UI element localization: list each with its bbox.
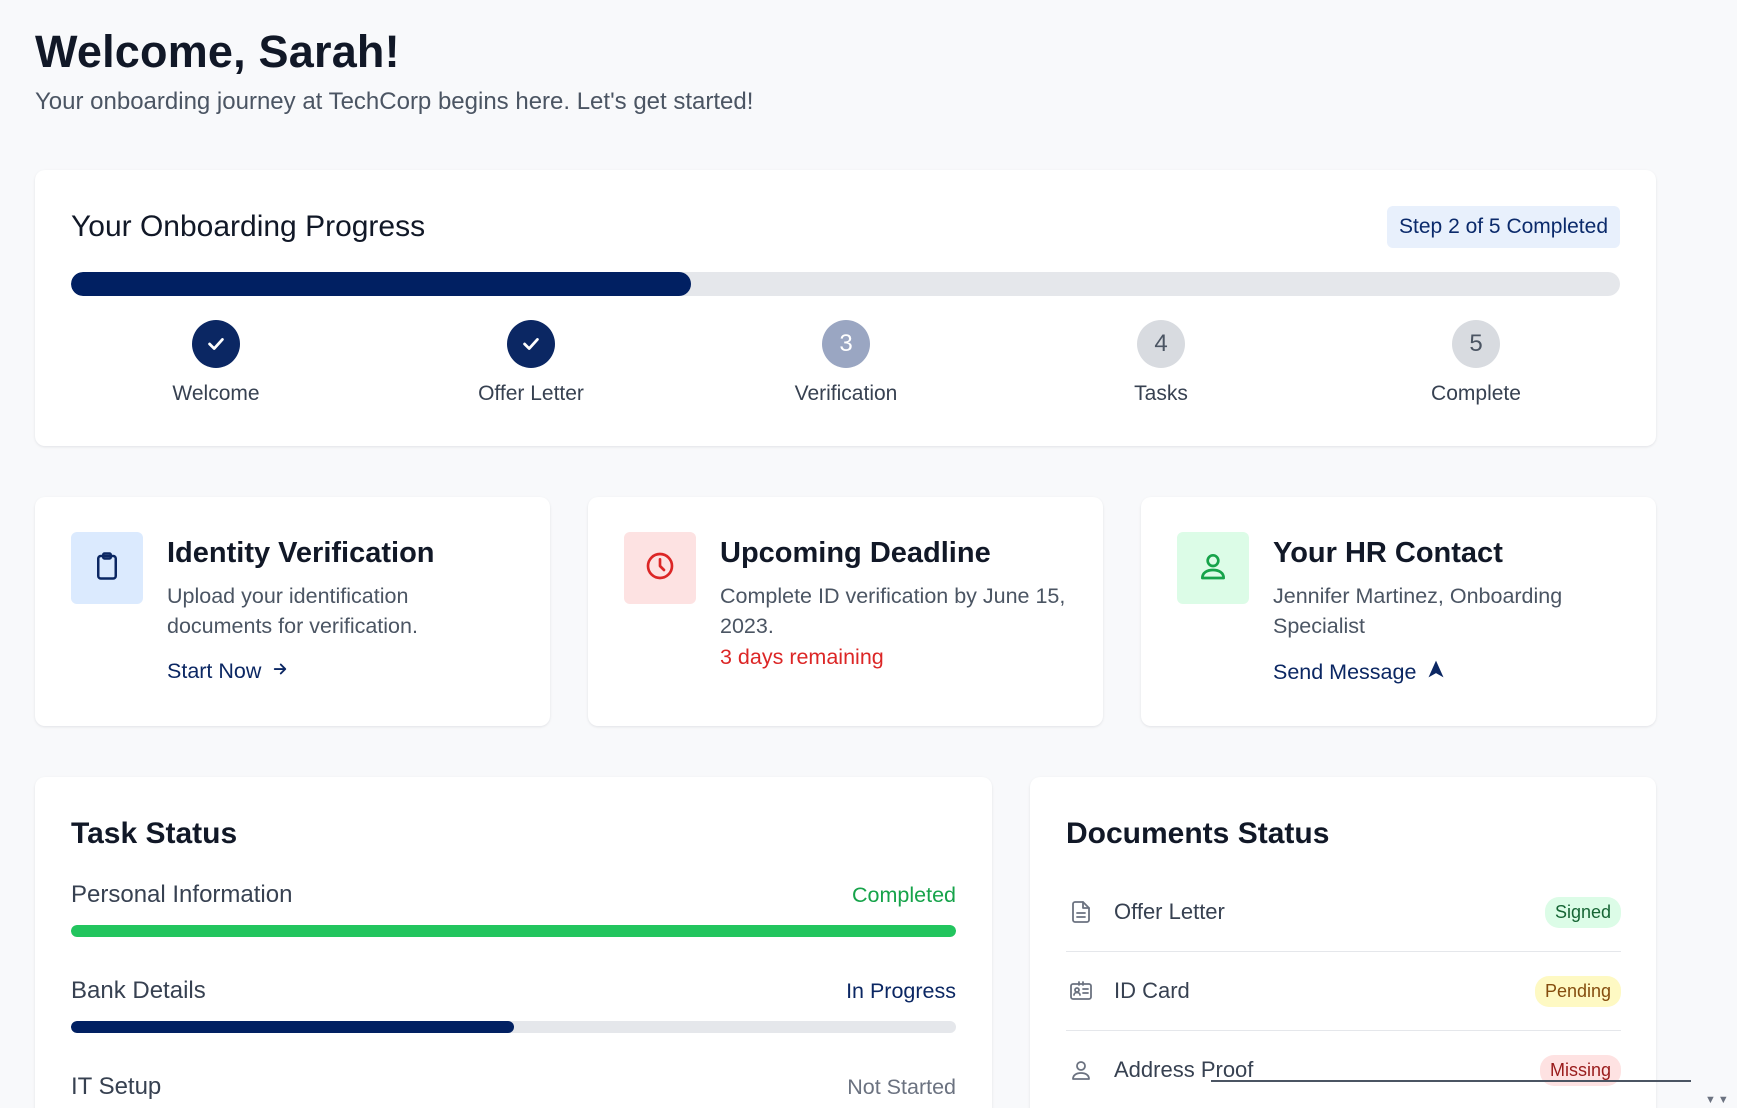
link-label: Send Message <box>1273 659 1417 684</box>
arrow-right-icon <box>271 659 289 684</box>
step-label: Tasks <box>1134 382 1188 405</box>
document-name: ID Card <box>1114 978 1190 1003</box>
step-label: Offer Letter <box>478 382 584 405</box>
task-status-label: Not Started <box>847 1075 956 1099</box>
document-name: Offer Letter <box>1114 899 1225 924</box>
task-progress-bar <box>71 1021 956 1033</box>
scroll-down-icon[interactable]: ▼▼ <box>1705 1094 1731 1106</box>
progress-bar <box>71 272 1620 296</box>
start-now-link[interactable]: Start Now <box>167 659 289 684</box>
page-subtitle: Your onboarding journey at TechCorp begi… <box>35 88 754 115</box>
task-name: IT Setup <box>71 1073 162 1100</box>
clock-icon <box>644 550 676 587</box>
card-description: Jennifer Martinez, Onboarding Specialist <box>1273 584 1563 638</box>
step-offer-letter: Offer Letter <box>431 320 631 406</box>
document-status-badge: Pending <box>1534 975 1621 1007</box>
task-status-label: In Progress <box>846 979 956 1003</box>
task-name: Bank Details <box>71 977 206 1004</box>
onboarding-progress-card: Your Onboarding Progress Step 2 of 5 Com… <box>35 170 1656 446</box>
check-icon <box>523 338 539 350</box>
task-progress-bar <box>71 925 956 937</box>
document-icon <box>1066 899 1096 925</box>
task-row: Personal Information Completed <box>71 881 956 937</box>
task-progress-fill <box>71 925 956 937</box>
link-label: Start Now <box>167 659 262 683</box>
step-label: Verification <box>794 382 898 405</box>
step-circle: 5 <box>1452 320 1500 368</box>
hr-contact-card: Your HR Contact Jennifer Martinez, Onboa… <box>1141 497 1656 726</box>
clipboard-icon <box>92 551 122 586</box>
task-status-title: Task Status <box>71 817 238 850</box>
check-icon <box>208 338 224 350</box>
task-status-label: Completed <box>852 883 956 907</box>
divider-line <box>1211 1080 1691 1082</box>
icon-tile <box>1177 532 1249 604</box>
card-title: Your HR Contact <box>1273 537 1503 569</box>
card-description: Complete ID verification by June 15, 202… <box>720 584 1066 638</box>
identity-verification-card: Identity Verification Upload your identi… <box>35 497 550 726</box>
task-name: Personal Information <box>71 881 293 908</box>
progress-steps: Welcome Offer Letter 3 Verification 4 Ta… <box>71 320 1620 410</box>
upcoming-deadline-card: Upcoming Deadline Complete ID verificati… <box>588 497 1103 726</box>
step-status-badge: Step 2 of 5 Completed <box>1387 206 1620 248</box>
document-status-badge: Signed <box>1544 896 1621 928</box>
days-remaining-alert: 3 days remaining <box>720 645 884 669</box>
document-row-address-proof[interactable]: Address Proof Missing <box>1066 1031 1621 1108</box>
task-row: IT Setup Not Started <box>71 1073 956 1108</box>
document-row-offer-letter[interactable]: Offer Letter Signed <box>1066 873 1621 952</box>
step-circle: 4 <box>1137 320 1185 368</box>
card-title: Identity Verification <box>167 537 435 569</box>
send-icon <box>1426 659 1446 685</box>
step-tasks: 4 Tasks <box>1061 320 1261 406</box>
step-verification: 3 Verification <box>746 320 946 406</box>
user-icon <box>1066 1057 1096 1083</box>
card-description: Upload your identification documents for… <box>167 584 418 638</box>
step-circle <box>507 320 555 368</box>
page-title: Welcome, Sarah! <box>35 26 400 77</box>
icon-tile <box>624 532 696 604</box>
step-circle: 3 <box>822 320 870 368</box>
step-circle <box>192 320 240 368</box>
document-row-id-card[interactable]: ID Card Pending <box>1066 952 1621 1031</box>
documents-status-title: Documents Status <box>1066 817 1330 850</box>
icon-tile <box>71 532 143 604</box>
step-welcome: Welcome <box>116 320 316 406</box>
task-status-card: Task Status Personal Information Complet… <box>35 777 992 1108</box>
user-icon <box>1197 550 1229 587</box>
id-card-icon <box>1066 979 1096 1003</box>
send-message-link[interactable]: Send Message <box>1273 659 1446 685</box>
task-row: Bank Details In Progress <box>71 977 956 1033</box>
step-label: Welcome <box>172 382 260 405</box>
card-title: Upcoming Deadline <box>720 537 991 569</box>
step-complete: 5 Complete <box>1376 320 1576 406</box>
task-progress-fill <box>71 1021 514 1033</box>
step-label: Complete <box>1431 382 1521 405</box>
progress-bar-fill <box>71 272 691 296</box>
progress-title: Your Onboarding Progress <box>71 210 426 243</box>
documents-status-card: Documents Status Offer Letter Signed ID … <box>1030 777 1656 1108</box>
